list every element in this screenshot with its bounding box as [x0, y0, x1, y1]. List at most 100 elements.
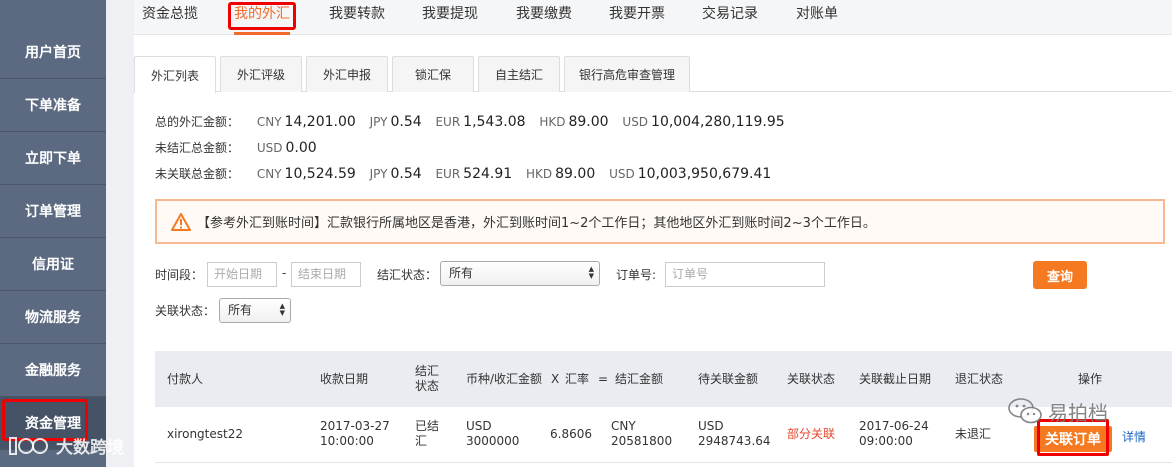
currency-code: HKD — [539, 115, 566, 129]
cell-pending-amount: USD 2948743.64 — [698, 419, 771, 449]
summary-label: 未结汇总金额： — [155, 141, 240, 155]
tab-transfer[interactable]: 我要转款 — [329, 0, 385, 35]
sidebar-item-label: 下单准备 — [25, 98, 81, 114]
tab-withdraw[interactable]: 我要提现 — [422, 0, 478, 35]
tab-label: 对账单 — [796, 6, 838, 22]
cell-payer: xirongtest22 — [167, 427, 243, 441]
sidebar-item-label: 立即下单 — [25, 151, 81, 167]
cell-line: 汇 — [415, 434, 428, 448]
notice-text: 【参考外汇到账时间】汇款银行所属地区是香港，外汇到账时间1~2个工作日；其他地区… — [197, 216, 876, 231]
select-arrows-icon: ▲ ▼ — [588, 265, 594, 280]
amount: 524.91 — [463, 166, 513, 182]
end-date-input[interactable]: 结束日期 — [291, 262, 361, 287]
settle-status-select[interactable]: 所有 ▲ ▼ — [440, 261, 600, 286]
tab-label: 交易记录 — [702, 6, 758, 22]
sidebar-top-spacer — [0, 0, 106, 26]
subtab-self-settle[interactable]: 自主结汇 — [478, 56, 560, 92]
cell-line: 2017-03-27 — [320, 419, 390, 433]
amount: 1,543.08 — [463, 114, 526, 130]
sidebar-item-label: 信用证 — [32, 257, 74, 273]
link-status-label: 关联状态： — [155, 304, 216, 318]
cell-settled-amount: CNY 20581800 — [611, 419, 672, 449]
settle-status-label: 结汇状态： — [377, 268, 438, 282]
col-rate: 汇率 — [565, 371, 590, 386]
watermark-right: 易拍档 — [1006, 396, 1108, 426]
subtab-forex-rating[interactable]: 外汇评级 — [220, 56, 302, 92]
cell-line: USD — [466, 419, 492, 433]
sidebar-item-order-prep[interactable]: 下单准备 — [0, 79, 106, 132]
detail-link[interactable]: 详情 — [1122, 428, 1146, 445]
sidebar-item-label: 资金管理 — [25, 416, 81, 432]
amount: 89.00 — [555, 166, 596, 182]
query-button[interactable]: 查询 — [1033, 261, 1087, 289]
amount: 10,003,950,679.41 — [637, 166, 772, 182]
start-date-input[interactable]: 开始日期 — [207, 262, 277, 287]
tab-transactions[interactable]: 交易记录 — [702, 0, 758, 35]
subtab-high-risk-review[interactable]: 银行高危审查管理 — [564, 56, 690, 92]
currency-code: CNY — [256, 115, 282, 129]
subtab-forex-list[interactable]: 外汇列表 — [134, 56, 216, 93]
amount: 10,524.59 — [284, 166, 356, 182]
tab-label: 资金总揽 — [142, 6, 198, 22]
order-number-label: 订单号: — [616, 268, 657, 282]
currency-code: EUR — [435, 115, 461, 129]
select-value: 所有 — [228, 303, 253, 317]
amount: 0.54 — [390, 114, 422, 130]
cell-line: 2948743.64 — [698, 434, 771, 448]
subtab-label: 银行高危审查管理 — [578, 68, 675, 82]
col-receive-date: 收款日期 — [320, 371, 369, 386]
amount: 14,201.00 — [284, 114, 356, 130]
cell-link-status: 部分关联 — [787, 427, 836, 441]
tab-label: 我要缴费 — [516, 6, 572, 22]
header-line: 结汇 — [415, 364, 440, 378]
link-status-select[interactable]: 所有 ▲ ▼ — [219, 298, 291, 323]
tab-my-forex[interactable]: 我的外汇 — [228, 0, 296, 35]
amount: 89.00 — [568, 114, 609, 130]
watermark-left: 大数跨境 — [6, 433, 124, 458]
period-label: 时间段： — [155, 268, 204, 282]
cell-receive-date: 2017-03-27 10:00:00 — [320, 419, 390, 449]
summary-unsettled: 未结汇总金额： USD 0.00 — [155, 139, 327, 156]
sidebar-item-label: 物流服务 — [25, 310, 81, 326]
amount: 10,004,280,119.95 — [651, 114, 785, 130]
currency-code: EUR — [435, 167, 461, 181]
currency-code: JPY — [369, 115, 388, 129]
sub-tabs: 外汇列表 外汇评级 外汇申报 锁汇保 自主结汇 银行高危审查管理 — [134, 56, 1172, 93]
col-refund-status: 退汇状态 — [955, 371, 1004, 386]
tab-invoice[interactable]: 我要开票 — [609, 0, 665, 35]
cell-refund-status: 未退汇 — [955, 427, 992, 441]
subtab-forex-declare[interactable]: 外汇申报 — [306, 56, 388, 92]
subtab-label: 外汇评级 — [236, 68, 285, 82]
subtab-label: 锁汇保 — [414, 68, 451, 82]
tab-statement[interactable]: 对账单 — [796, 0, 838, 35]
tab-pay-fees[interactable]: 我要缴费 — [516, 0, 572, 35]
tab-label: 我要转款 — [329, 6, 385, 22]
select-arrows-icon: ▲ ▼ — [279, 302, 285, 317]
sidebar-item-logistics[interactable]: 物流服务 — [0, 291, 106, 344]
summary-label: 未关联总金额： — [155, 167, 240, 181]
cell-line: 3000000 — [466, 434, 520, 448]
watermark-text: 大数跨境 — [56, 438, 124, 458]
cell-settle-status: 已结 汇 — [415, 419, 439, 449]
col-link-deadline: 关联截止日期 — [859, 371, 932, 386]
sidebar-item-letter-of-credit[interactable]: 信用证 — [0, 238, 106, 291]
col-multiply: X — [551, 371, 560, 386]
sidebar: 用户首页 下单准备 立即下单 订单管理 信用证 物流服务 金融服务 资金管理 — [0, 0, 106, 467]
sidebar-item-home[interactable]: 用户首页 — [0, 26, 106, 79]
currency-code: USD — [609, 167, 635, 181]
cell-line: 2017-06-24 — [859, 419, 929, 433]
sidebar-item-order-management[interactable]: 订单管理 — [0, 185, 106, 238]
arrival-time-notice: 【参考外汇到账时间】汇款银行所属地区是香港，外汇到账时间1~2个工作日；其他地区… — [155, 199, 1165, 244]
col-currency-amount: 币种/收汇金额 — [466, 371, 543, 386]
cell-line: 已结 — [415, 419, 440, 433]
subtab-label: 外汇列表 — [150, 68, 199, 83]
currency-code: USD — [256, 141, 283, 155]
order-number-input[interactable]: 订单号 — [665, 262, 825, 287]
sidebar-item-place-order[interactable]: 立即下单 — [0, 132, 106, 185]
subtab-lock-rate[interactable]: 锁汇保 — [392, 56, 474, 92]
sidebar-item-finance[interactable]: 金融服务 — [0, 344, 106, 397]
amount: 0.54 — [390, 166, 422, 182]
cell-link-deadline: 2017-06-24 09:00:00 — [859, 419, 929, 449]
col-payer: 付款人 — [167, 371, 204, 386]
tab-fund-overview[interactable]: 资金总揽 — [142, 0, 198, 35]
